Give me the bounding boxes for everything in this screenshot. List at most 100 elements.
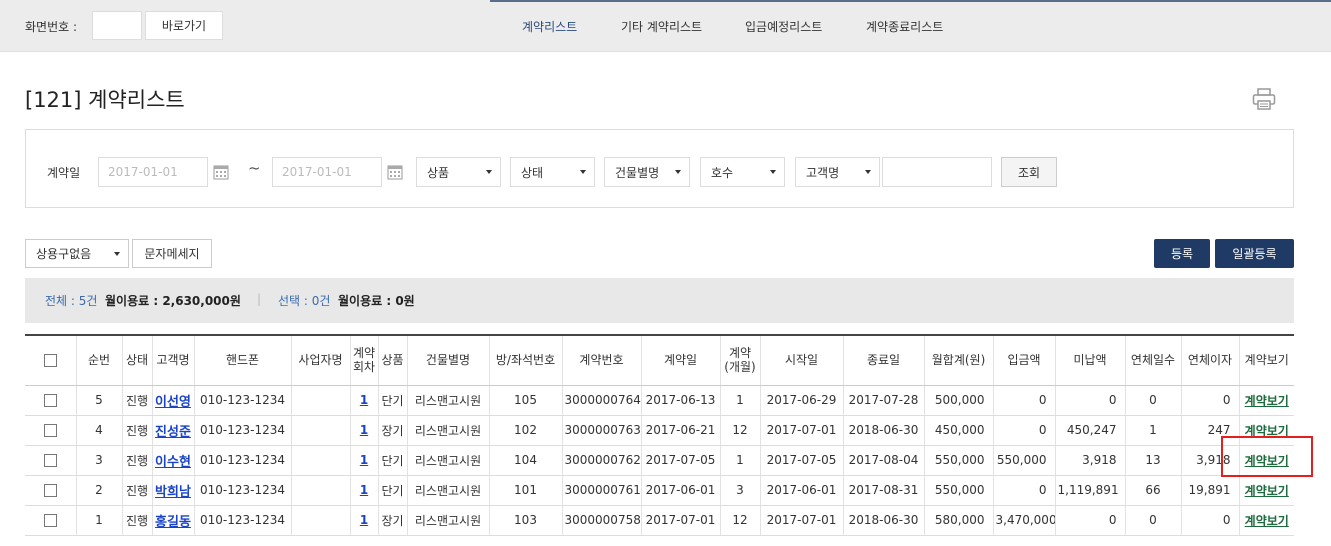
row-checkbox[interactable] [43,484,57,497]
table-cell-overdue-days: 13 [1125,445,1182,476]
customer-select-value: 고객명 [806,165,840,180]
printer-icon[interactable] [1252,88,1276,110]
header-cell: 입금액 [993,335,1056,386]
contract-round-link[interactable]: 1 [360,483,368,497]
table-cell-round[interactable]: 1 [350,385,379,416]
table-cell-months: 12 [720,415,761,446]
contract-round-link[interactable]: 1 [360,393,368,407]
tab-contract-list[interactable]: 계약리스트 [522,18,577,35]
table-cell-round[interactable]: 1 [350,415,379,446]
date-range-separator: ~ [248,159,261,177]
row-checkbox[interactable] [43,394,57,407]
contract-date-label: 계약일 [47,166,81,180]
header-cell: 미납액 [1055,335,1126,386]
view-link[interactable]: 계약보기 [1245,514,1289,528]
table-cell-name[interactable]: 이수현 [152,445,195,476]
row-select-cell[interactable] [25,415,77,446]
table-cell-round[interactable]: 1 [350,445,379,476]
header-cell: 상품 [378,335,408,386]
header-cell: 건물별명 [407,335,490,386]
row-select-cell[interactable] [25,505,77,536]
table-cell-name[interactable]: 홍길동 [152,505,195,536]
table-cell-end: 2017-07-28 [843,385,925,416]
table-cell-room: 102 [489,415,563,446]
table-cell-name[interactable]: 진성준 [152,415,195,446]
table-cell-overdue-days: 0 [1125,385,1182,416]
customer-select[interactable]: 고객명 [795,157,880,187]
register-button[interactable]: 등록 [1154,239,1210,268]
table-cell-building: 리스맨고시원 [407,415,490,446]
table-cell-end: 2018-06-30 [843,415,925,446]
header-cell: 연체일수 [1125,335,1182,386]
table-cell-no: 4 [76,415,123,446]
table-cell-view[interactable]: 계약보기 [1239,505,1294,536]
table-cell-monthly: 550,000 [924,475,994,506]
sms-button[interactable]: 문자메세지 [132,239,212,268]
customer-name-link[interactable]: 박희남 [155,485,191,500]
select-all-checkbox[interactable] [43,354,57,368]
phrase-select-value: 상용구없음 [36,247,92,261]
total-monthly-fee: 월이용료 : 2,630,000원 [105,294,241,308]
table-cell-phone: 010-123-1234 [194,505,292,536]
view-link[interactable]: 계약보기 [1245,394,1289,408]
date-to-input[interactable]: 2017-01-01 [272,157,382,187]
header-cell: 상태 [122,335,153,386]
header-cell: 방/좌석번호 [489,335,563,386]
row-checkbox[interactable] [43,514,57,527]
table-cell-round[interactable]: 1 [350,475,379,506]
row-select-cell[interactable] [25,445,77,476]
table-cell-view[interactable]: 계약보기 [1239,475,1294,506]
calendar-icon[interactable] [387,164,403,180]
tab-deposit-schedule-list[interactable]: 입금예정리스트 [745,18,822,35]
bulk-register-button[interactable]: 일괄등록 [1215,239,1294,268]
screen-number-input[interactable] [92,11,142,40]
table-cell-view[interactable]: 계약보기 [1239,385,1294,416]
status-select[interactable]: 상태 [510,157,595,187]
table-cell-round[interactable]: 1 [350,505,379,536]
total-count: 전체 : 5건 [45,294,98,308]
table-cell-start: 2017-06-29 [760,385,844,416]
date-from-input[interactable]: 2017-01-01 [98,157,208,187]
customer-name-link[interactable]: 이선영 [155,395,191,410]
room-select[interactable]: 호수 [700,157,785,187]
chevron-down-icon [114,252,120,256]
tab-other-contract-list[interactable]: 기타 계약리스트 [621,18,702,35]
tab-contract-end-list[interactable]: 계약종료리스트 [866,18,943,35]
table-cell-product: 장기 [378,505,408,536]
select-all-header[interactable] [25,335,77,386]
table-cell-contract-date: 2017-07-05 [641,445,721,476]
table-cell-name[interactable]: 이선영 [152,385,195,416]
phrase-select[interactable]: 상용구없음 [25,239,129,268]
selected-count: 선택 : 0건 [278,294,331,308]
contract-round-link[interactable]: 1 [360,423,368,437]
table-cell-name[interactable]: 박희남 [152,475,195,506]
table-cell-phone: 010-123-1234 [194,445,292,476]
table-cell-contract-date: 2017-06-01 [641,475,721,506]
table-cell-monthly: 580,000 [924,505,994,536]
search-button[interactable]: 조회 [1001,157,1057,187]
table-cell-contract-date: 2017-06-13 [641,385,721,416]
contract-round-link[interactable]: 1 [360,453,368,467]
calendar-icon[interactable] [213,164,229,180]
view-link[interactable]: 계약보기 [1245,484,1289,498]
chevron-down-icon [865,170,871,174]
table-cell-paid: 550,000 [993,445,1056,476]
customer-name-link[interactable]: 진성준 [155,425,191,440]
row-select-cell[interactable] [25,475,77,506]
row-select-cell[interactable] [25,385,77,416]
header-cell: 계약 (개월) [720,335,761,386]
table-cell-overdue-days: 66 [1125,475,1182,506]
product-select[interactable]: 상품 [416,157,501,187]
customer-name-link[interactable]: 홍길동 [155,515,191,530]
row-checkbox[interactable] [43,454,57,467]
building-select[interactable]: 건물별명 [604,157,690,187]
contract-round-link[interactable]: 1 [360,513,368,527]
table-cell-biz [291,445,351,476]
row-checkbox[interactable] [43,424,57,437]
table-cell-contract-no: 3000000758 [562,505,642,536]
summary-divider: | [257,292,262,306]
customer-name-input[interactable] [882,157,992,187]
customer-name-link[interactable]: 이수현 [155,455,191,470]
goto-button[interactable]: 바로가기 [145,11,223,40]
table-row: 3 진행 이수현 010-123-1234 1 단기 리스맨고시원 104 3000000762… [25,445,1294,476]
